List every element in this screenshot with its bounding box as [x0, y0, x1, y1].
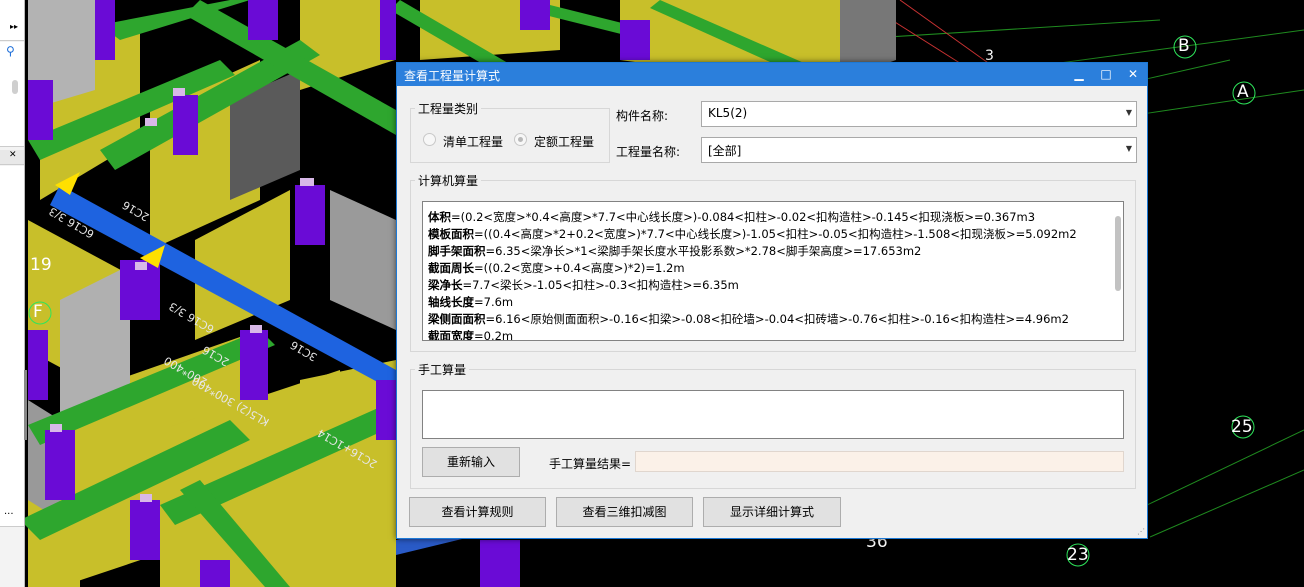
- close-icon[interactable]: ✕: [9, 150, 17, 160]
- panel-splitter[interactable]: [24, 370, 27, 440]
- prop-row[interactable]: [0, 226, 24, 247]
- component-name-label: 构件名称:: [616, 109, 669, 123]
- left-side-panel: ▸▸ ⚲ ✕ ...: [0, 0, 27, 587]
- quota-quantity-radio[interactable]: [514, 133, 527, 146]
- prop-row[interactable]: [0, 206, 24, 227]
- formula-line: 脚手架面积=6.35<梁净长>*1<梁脚手架长度水平投影系数>*2.78<脚手架…: [428, 244, 922, 258]
- quantity-formula-dialog: 查看工程量计算式 ▁ □ ✕ 工程量类别 清单工程量 定额工程量 构件名称: K…: [396, 62, 1148, 539]
- radio-selected-dot: [518, 137, 523, 142]
- manual-result-label: 手工算量结果=: [549, 457, 632, 471]
- panel-toolbar: ✕: [0, 150, 24, 165]
- view-calc-rules-button[interactable]: 查看计算规则: [409, 497, 546, 527]
- prop-row[interactable]: [0, 326, 24, 347]
- prop-row[interactable]: [0, 366, 24, 387]
- bill-quantity-label[interactable]: 清单工程量: [443, 133, 503, 150]
- prop-row[interactable]: [0, 466, 24, 487]
- prop-row[interactable]: [0, 406, 24, 427]
- prop-row[interactable]: [0, 486, 24, 507]
- prop-row[interactable]: [0, 286, 24, 307]
- axis-label-f: F: [33, 302, 43, 322]
- quantity-name-label: 工程量名称:: [616, 145, 681, 159]
- formula-scrollbar[interactable]: [1115, 216, 1121, 291]
- prop-row[interactable]: [0, 266, 24, 287]
- bill-quantity-radio[interactable]: [423, 133, 436, 146]
- quota-quantity-label[interactable]: 定额工程量: [534, 133, 594, 150]
- prop-row[interactable]: [0, 426, 24, 447]
- formula-line: 截面周长=((0.2<宽度>+0.4<高度>)*2)=1.2m: [428, 261, 685, 275]
- prop-row[interactable]: [0, 166, 24, 187]
- component-name-select[interactable]: KL5(2) ▼: [701, 101, 1137, 127]
- axis-label-19: 19: [30, 255, 52, 275]
- reenter-button[interactable]: 重新输入: [422, 447, 520, 477]
- prop-row[interactable]: [0, 386, 24, 407]
- prop-row[interactable]: [0, 346, 24, 367]
- panel-header: ▸▸: [0, 0, 24, 41]
- panel-scrollbar[interactable]: [12, 80, 18, 94]
- axis-label-23: 23: [1067, 545, 1089, 565]
- prop-row[interactable]: [0, 246, 24, 267]
- view-3d-deduction-button[interactable]: 查看三维扣减图: [556, 497, 693, 527]
- quantity-name-select[interactable]: [全部] ▼: [701, 137, 1137, 163]
- formula-line: 截面宽度=0.2m: [428, 329, 514, 341]
- chevron-down-icon: ▼: [1125, 144, 1132, 153]
- dialog-titlebar[interactable]: 查看工程量计算式 ▁ □ ✕: [397, 63, 1147, 86]
- manual-formula-input[interactable]: [422, 390, 1124, 439]
- quantity-name-value: [全部]: [708, 144, 742, 158]
- axis-label-a: A: [1237, 82, 1249, 102]
- dialog-title: 查看工程量计算式: [404, 69, 501, 83]
- search-box[interactable]: ⚲: [0, 42, 24, 63]
- prop-row[interactable]: [0, 446, 24, 467]
- formula-line: 梁侧面面积=6.16<原始侧面面积>-0.16<扣梁>-0.08<扣砼墙>-0.…: [428, 312, 1069, 326]
- formula-textarea[interactable]: 体积=(0.2<宽度>*0.4<高度>*7.7<中心线长度>)-0.084<扣柱…: [422, 201, 1124, 341]
- formula-line: 梁净长=7.7<梁长>-1.05<扣柱>-0.3<扣构造柱>=6.35m: [428, 278, 739, 292]
- minimize-button[interactable]: ▁: [1069, 65, 1089, 83]
- chevron-down-icon: ▼: [1125, 108, 1132, 117]
- prop-row[interactable]: ...: [0, 506, 24, 527]
- maximize-button[interactable]: □: [1096, 65, 1116, 83]
- formula-line: 模板面积=((0.4<高度>*2+0.2<宽度>)*7.7<中心线长度>)-1.…: [428, 227, 1077, 241]
- axis-label-b: B: [1178, 36, 1190, 56]
- expand-arrow-icon[interactable]: ▸▸: [10, 22, 18, 31]
- prop-row[interactable]: [0, 186, 24, 207]
- prop-row[interactable]: [0, 306, 24, 327]
- formula-line: 轴线长度=7.6m: [428, 295, 514, 309]
- search-icon[interactable]: ⚲: [6, 44, 15, 58]
- component-name-value: KL5(2): [708, 106, 748, 120]
- axis-label-25: 25: [1231, 417, 1253, 437]
- formula-line: 体积=(0.2<宽度>*0.4<高度>*7.7<中心线长度>)-0.084<扣柱…: [428, 210, 1036, 224]
- more-dots[interactable]: ...: [4, 506, 14, 517]
- manual-calc-group-title: 手工算量: [415, 361, 470, 378]
- quantity-type-group: 工程量类别 清单工程量 定额工程量: [410, 100, 610, 163]
- manual-result-field[interactable]: [635, 451, 1124, 472]
- computer-calc-group-title: 计算机算量: [415, 172, 482, 189]
- show-detailed-formula-button[interactable]: 显示详细计算式: [703, 497, 841, 527]
- quantity-type-group-title: 工程量类别: [415, 100, 482, 117]
- resize-grip-icon[interactable]: ⋰: [1137, 527, 1145, 536]
- close-button[interactable]: ✕: [1123, 65, 1143, 83]
- panel-list: [0, 62, 24, 147]
